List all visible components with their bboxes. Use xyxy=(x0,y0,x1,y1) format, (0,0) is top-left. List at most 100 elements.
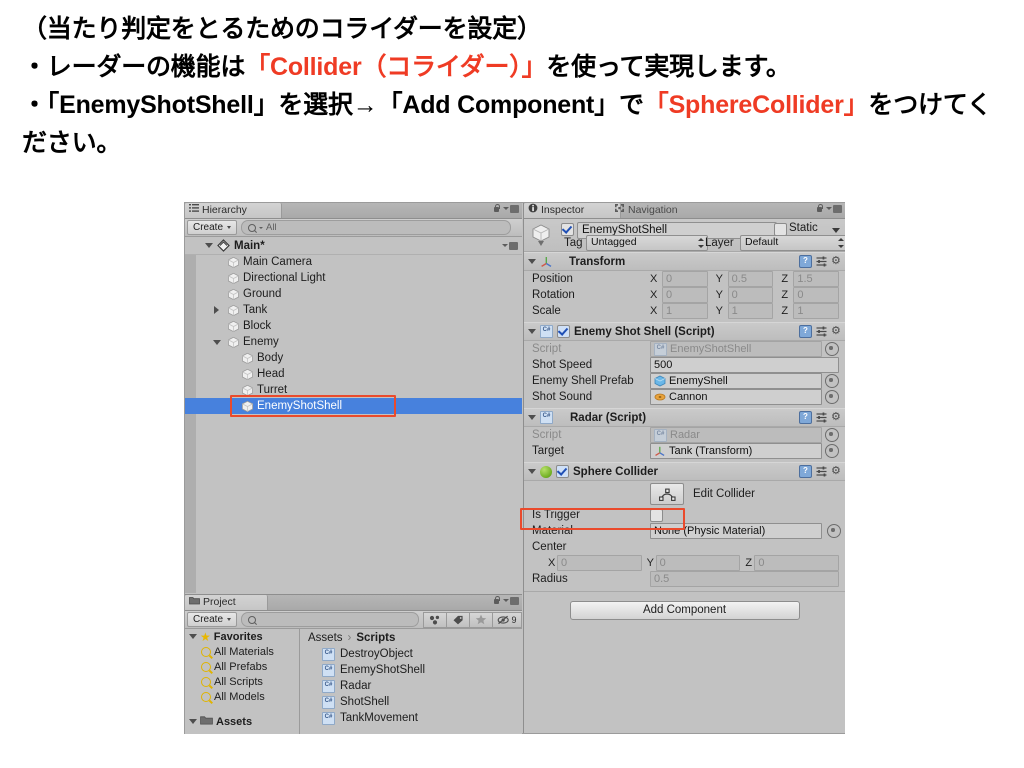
enemy-shot-shell-component-header[interactable]: C# Enemy Shot Shell (Script) ? ⚙ xyxy=(524,322,845,341)
chevron-down-icon[interactable] xyxy=(213,339,221,345)
scene-menu-icon[interactable] xyxy=(502,241,518,250)
breadcrumb-item-1[interactable]: Scripts xyxy=(356,632,395,644)
transform-position-z-input[interactable]: 1.5 xyxy=(793,271,840,287)
layer-dropdown[interactable]: Default xyxy=(740,235,845,251)
transform-scale-x-input[interactable]: 1 xyxy=(662,303,708,319)
tab-inspector[interactable]: Inspector xyxy=(524,203,621,218)
sphere-collider-component-header[interactable]: Sphere Collider ? ⚙ xyxy=(524,462,845,481)
hierarchy-root-row[interactable]: Main* xyxy=(185,237,522,255)
filter-by-label-button[interactable] xyxy=(446,611,470,628)
material-field[interactable]: None (Physic Material) xyxy=(650,523,822,539)
tab-navigation[interactable]: Navigation xyxy=(610,203,686,218)
sphere-collider-enabled-checkbox[interactable] xyxy=(556,465,569,478)
favorite-item-all-materials[interactable]: All Materials xyxy=(185,644,299,659)
chevron-down-icon[interactable] xyxy=(528,469,536,474)
hierarchy-item-enemy[interactable]: Enemy xyxy=(185,334,522,350)
transform-component-header[interactable]: Transform ? ⚙ xyxy=(524,252,845,271)
shot-sound-object-picker[interactable] xyxy=(825,390,839,404)
chevron-down-icon[interactable] xyxy=(205,243,213,248)
transform-rotation-x-input[interactable]: 0 xyxy=(662,287,708,303)
preset-icon[interactable] xyxy=(816,326,827,337)
favorite-item-all-models[interactable]: All Models xyxy=(185,689,299,704)
tag-dropdown[interactable]: Untagged xyxy=(586,235,708,251)
transform-position-x-input[interactable]: 0 xyxy=(662,271,708,287)
hierarchy-item-body[interactable]: Body xyxy=(185,350,522,366)
gear-icon[interactable]: ⚙ xyxy=(831,412,842,423)
add-component-button[interactable]: Add Component xyxy=(569,601,800,620)
project-file-shotshell[interactable]: C# ShotShell xyxy=(300,694,522,710)
help-icon[interactable]: ? xyxy=(799,465,812,478)
material-object-picker[interactable] xyxy=(827,524,841,538)
static-dropdown-icon[interactable] xyxy=(832,228,840,233)
tab-project[interactable]: Project xyxy=(185,595,268,610)
chevron-down-icon[interactable] xyxy=(528,329,536,334)
hierarchy-create-button[interactable]: Create xyxy=(187,220,238,235)
hierarchy-item-head[interactable]: Head xyxy=(185,366,522,382)
transform-scale-z-input[interactable]: 1 xyxy=(793,303,840,319)
hierarchy-item-tank[interactable]: Tank xyxy=(185,302,522,318)
preset-icon[interactable] xyxy=(816,412,827,423)
enemy-shot-shell-enabled-checkbox[interactable] xyxy=(557,325,570,338)
tab-hierarchy[interactable]: Hierarchy xyxy=(185,203,282,218)
preset-icon[interactable] xyxy=(816,256,827,267)
project-search-input[interactable] xyxy=(241,612,419,627)
center-x-input[interactable]: 0 xyxy=(557,555,642,571)
hidden-packages-button[interactable]: 9 xyxy=(492,611,522,628)
radar-component-header[interactable]: C# Radar (Script) ? ⚙ xyxy=(524,408,845,427)
script-object-picker[interactable] xyxy=(825,342,839,356)
lock-icon[interactable] xyxy=(493,596,500,605)
help-icon[interactable]: ? xyxy=(799,255,812,268)
gameobject-enabled-checkbox[interactable] xyxy=(561,223,574,236)
chevron-down-icon[interactable] xyxy=(189,719,197,724)
center-y-input[interactable]: 0 xyxy=(655,555,741,571)
property-field-shot-speed[interactable]: 500 xyxy=(650,357,839,373)
hierarchy-search-input[interactable]: All xyxy=(241,220,512,235)
property-field-script[interactable]: C# Radar xyxy=(650,427,822,443)
filter-by-type-button[interactable] xyxy=(423,611,447,628)
chevron-down-icon[interactable] xyxy=(528,259,536,264)
property-field-target[interactable]: Tank (Transform) xyxy=(650,443,822,459)
chevron-right-icon[interactable] xyxy=(214,306,219,314)
project-file-tankmovement[interactable]: C# TankMovement xyxy=(300,710,522,726)
project-create-button[interactable]: Create xyxy=(187,612,238,627)
panel-menu-icon[interactable] xyxy=(503,596,519,605)
property-field-script[interactable]: C# EnemyShotShell xyxy=(650,341,822,357)
help-icon[interactable]: ? xyxy=(799,325,812,338)
property-field-enemy-shell-prefab[interactable]: EnemyShell xyxy=(650,373,822,389)
property-field-shot-sound[interactable]: Cannon xyxy=(650,389,822,405)
chevron-down-icon[interactable] xyxy=(528,415,536,420)
favorite-item-all-prefabs[interactable]: All Prefabs xyxy=(185,659,299,674)
gear-icon[interactable]: ⚙ xyxy=(831,326,842,337)
transform-rotation-y-input[interactable]: 0 xyxy=(727,287,774,303)
hierarchy-item-main-camera[interactable]: Main Camera xyxy=(185,254,522,270)
radius-input[interactable]: 0.5 xyxy=(650,571,839,587)
help-icon[interactable]: ? xyxy=(799,411,812,424)
filter-favorites-button[interactable] xyxy=(469,611,493,628)
hierarchy-item-turret[interactable]: Turret xyxy=(185,382,522,398)
gear-icon[interactable]: ⚙ xyxy=(831,466,842,477)
project-file-destroyobject[interactable]: C# DestroyObject xyxy=(300,646,522,662)
hierarchy-item-enemyshotshell[interactable]: EnemyShotShell xyxy=(185,398,522,414)
transform-rotation-z-input[interactable]: 0 xyxy=(793,287,840,303)
is-trigger-checkbox[interactable] xyxy=(650,508,663,522)
project-file-enemyshotshell[interactable]: C# EnemyShotShell xyxy=(300,662,522,678)
transform-scale-y-input[interactable]: 1 xyxy=(727,303,774,319)
hierarchy-item-block[interactable]: Block xyxy=(185,318,522,334)
project-file-radar[interactable]: C# Radar xyxy=(300,678,522,694)
project-favorites-header[interactable]: ★ Favorites xyxy=(185,629,299,644)
hierarchy-item-directional-light[interactable]: Directional Light xyxy=(185,270,522,286)
center-z-input[interactable]: 0 xyxy=(754,555,840,571)
target-object-picker[interactable] xyxy=(825,444,839,458)
hierarchy-item-ground[interactable]: Ground xyxy=(185,286,522,302)
project-assets-header[interactable]: Assets xyxy=(185,714,252,729)
enemy-shell-prefab-object-picker[interactable] xyxy=(825,374,839,388)
script-object-picker[interactable] xyxy=(825,428,839,442)
lock-icon[interactable] xyxy=(816,204,823,213)
chevron-down-icon[interactable] xyxy=(189,634,197,639)
preset-icon[interactable] xyxy=(816,466,827,477)
lock-icon[interactable] xyxy=(493,204,500,213)
gear-icon[interactable]: ⚙ xyxy=(831,256,842,267)
favorite-item-all-scripts[interactable]: All Scripts xyxy=(185,674,299,689)
transform-position-y-input[interactable]: 0.5 xyxy=(727,271,774,287)
breadcrumb-item-0[interactable]: Assets xyxy=(308,632,343,644)
